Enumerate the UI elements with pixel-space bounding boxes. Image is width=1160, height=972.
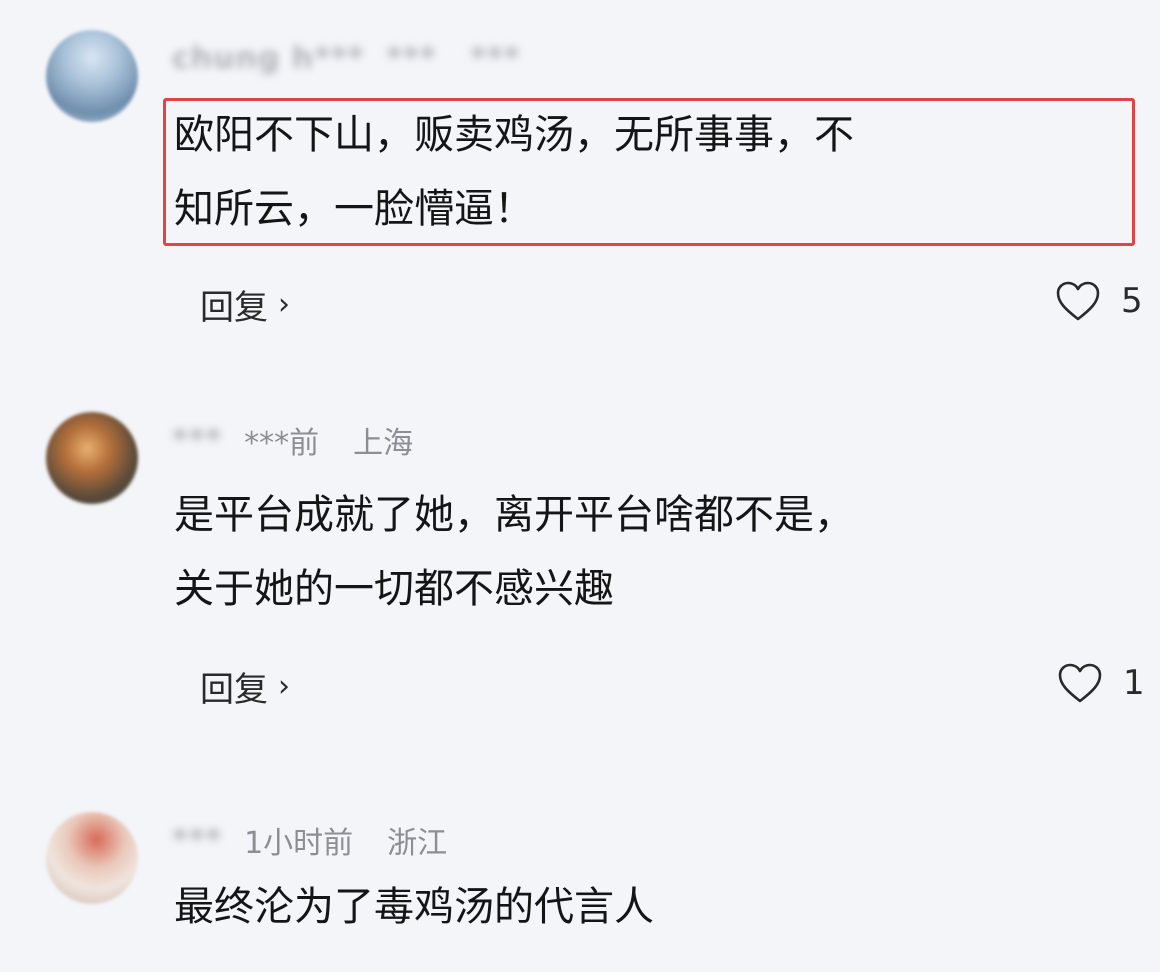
reply-button[interactable]: 回复 ›	[200, 662, 290, 711]
reply-label: 回复	[200, 288, 268, 328]
comment-text-line: 是平台成就了她，离开平台啥都不是，	[174, 492, 854, 538]
avatar[interactable]	[46, 30, 138, 122]
chevron-right-icon: ›	[278, 669, 290, 704]
comment-time: ***前	[244, 426, 320, 461]
comment-text: 最终沦为了毒鸡汤的代言人	[174, 870, 654, 944]
comment-text-line: 最终沦为了毒鸡汤的代言人	[174, 884, 654, 930]
comment-text: 是平台成就了她，离开平台啥都不是， 关于她的一切都不感兴趣	[174, 478, 854, 626]
username[interactable]: ***	[172, 423, 222, 458]
like-button[interactable]: 5	[1055, 280, 1143, 322]
comment-location: 上海	[353, 426, 414, 461]
chevron-right-icon: ›	[278, 287, 290, 322]
comment-item: *** 1小时前 浙江 最终沦为了毒鸡汤的代言人	[0, 800, 1160, 972]
comment-time: ***	[386, 40, 437, 76]
comment-text-line: 知所云，一脸懵逼！	[174, 186, 534, 232]
username[interactable]: chung h***	[172, 41, 364, 76]
comment-text-line: 欧阳不下山，贩卖鸡汤，无所事事，不	[174, 112, 854, 158]
heart-outline-icon	[1056, 281, 1100, 321]
heart-outline-icon	[1058, 663, 1102, 703]
comment-meta: *** 1小时前 浙江	[172, 818, 447, 862]
username[interactable]: ***	[172, 823, 222, 858]
reply-label: 回复	[200, 670, 268, 710]
like-count: 1	[1123, 663, 1145, 703]
comment-meta: *** ***前 上海	[172, 418, 413, 462]
comment-item: chung h*** *** *** 欧阳不下山，贩卖鸡汤，无所事事，不 知所云…	[0, 0, 1160, 370]
avatar[interactable]	[46, 412, 138, 504]
comment-text-line: 关于她的一切都不感兴趣	[174, 566, 614, 612]
comment-item: *** ***前 上海 是平台成就了她，离开平台啥都不是， 关于她的一切都不感兴…	[0, 400, 1160, 760]
avatar[interactable]	[46, 812, 138, 904]
comment-location: 浙江	[387, 826, 448, 861]
like-button[interactable]: 1	[1057, 662, 1145, 704]
reply-button[interactable]: 回复 ›	[200, 280, 290, 329]
comment-text: 欧阳不下山，贩卖鸡汤，无所事事，不 知所云，一脸懵逼！	[174, 98, 854, 246]
like-count: 5	[1121, 281, 1143, 321]
comment-time: 1小时前	[244, 826, 354, 861]
comment-meta: chung h*** *** ***	[172, 36, 520, 80]
comment-location: ***	[470, 40, 521, 76]
